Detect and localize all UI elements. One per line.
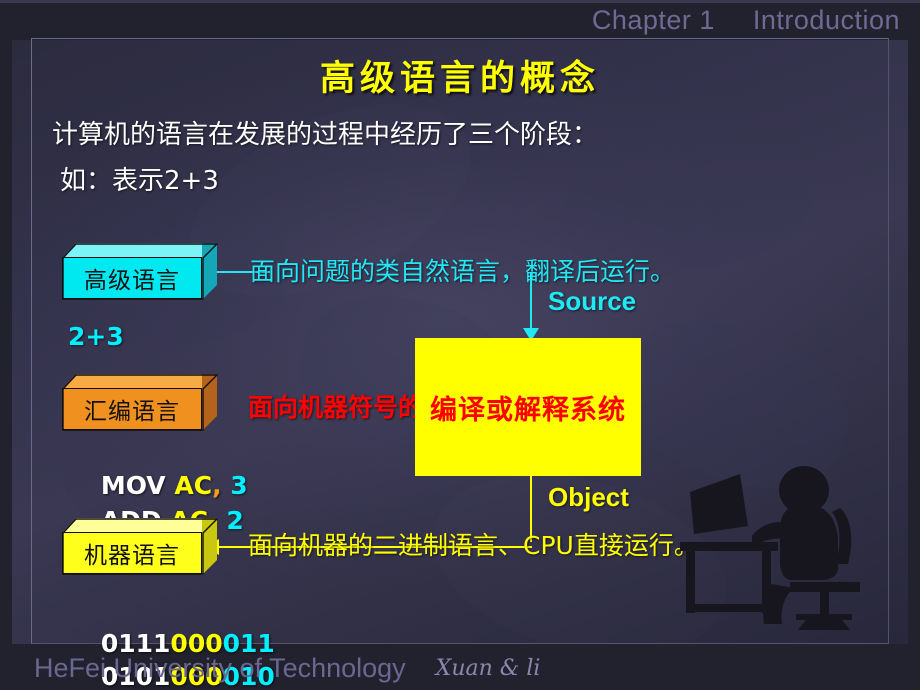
intro-line-1: 计算机的语言在发展的过程中经历了三个阶段：	[52, 120, 599, 150]
page-title: 高级语言的概念	[319, 59, 600, 99]
example-high-level: 2+3	[68, 322, 124, 351]
box-side-face	[202, 374, 217, 431]
arrow-source-shaft	[530, 272, 532, 334]
header-chapter: Chapter 1	[591, 4, 715, 35]
box-top-face	[62, 243, 216, 258]
box-front-face: 机器语言	[62, 532, 202, 574]
slide-header: Chapter 1 Introduction	[0, 2, 920, 38]
frame-right	[908, 0, 920, 690]
label-object: Object	[548, 482, 629, 512]
compiler-interpreter-label: 编译或解释系统	[430, 394, 626, 426]
label-source: Source	[548, 286, 637, 316]
box-label: 高级语言	[84, 268, 180, 294]
box-side-face	[202, 518, 217, 575]
compiler-interpreter-box[interactable]: 编译或解释系统	[415, 338, 641, 476]
box-label: 机器语言	[84, 543, 180, 569]
box-top-face	[62, 374, 216, 389]
intro-line-2: 如：表示2+3	[60, 166, 219, 196]
box-label: 汇编语言	[84, 399, 180, 425]
annotation-machine-language: 面向机器的二进制语言、CPU直接运行。	[248, 531, 699, 560]
box-front-face: 汇编语言	[62, 388, 202, 430]
header-section: Introduction	[752, 4, 900, 35]
person-at-computer-icon	[680, 466, 860, 630]
slide-canvas: Chapter 1 Introduction 高级语言的概念 计算机的语言在发展…	[0, 0, 920, 690]
asm-value: 2	[226, 506, 244, 535]
frame-left	[0, 0, 12, 690]
box-top-face	[62, 518, 216, 533]
annotation-high-level-language: 面向问题的类自然语言，翻译后运行。	[250, 257, 676, 286]
footer-signature: Xuan & li	[435, 655, 541, 681]
box-front-face: 高级语言	[62, 257, 202, 299]
slide-footer: HeFei University of Technology Xuan & li	[0, 648, 920, 688]
footer-university: HeFei University of Technology	[34, 652, 406, 683]
